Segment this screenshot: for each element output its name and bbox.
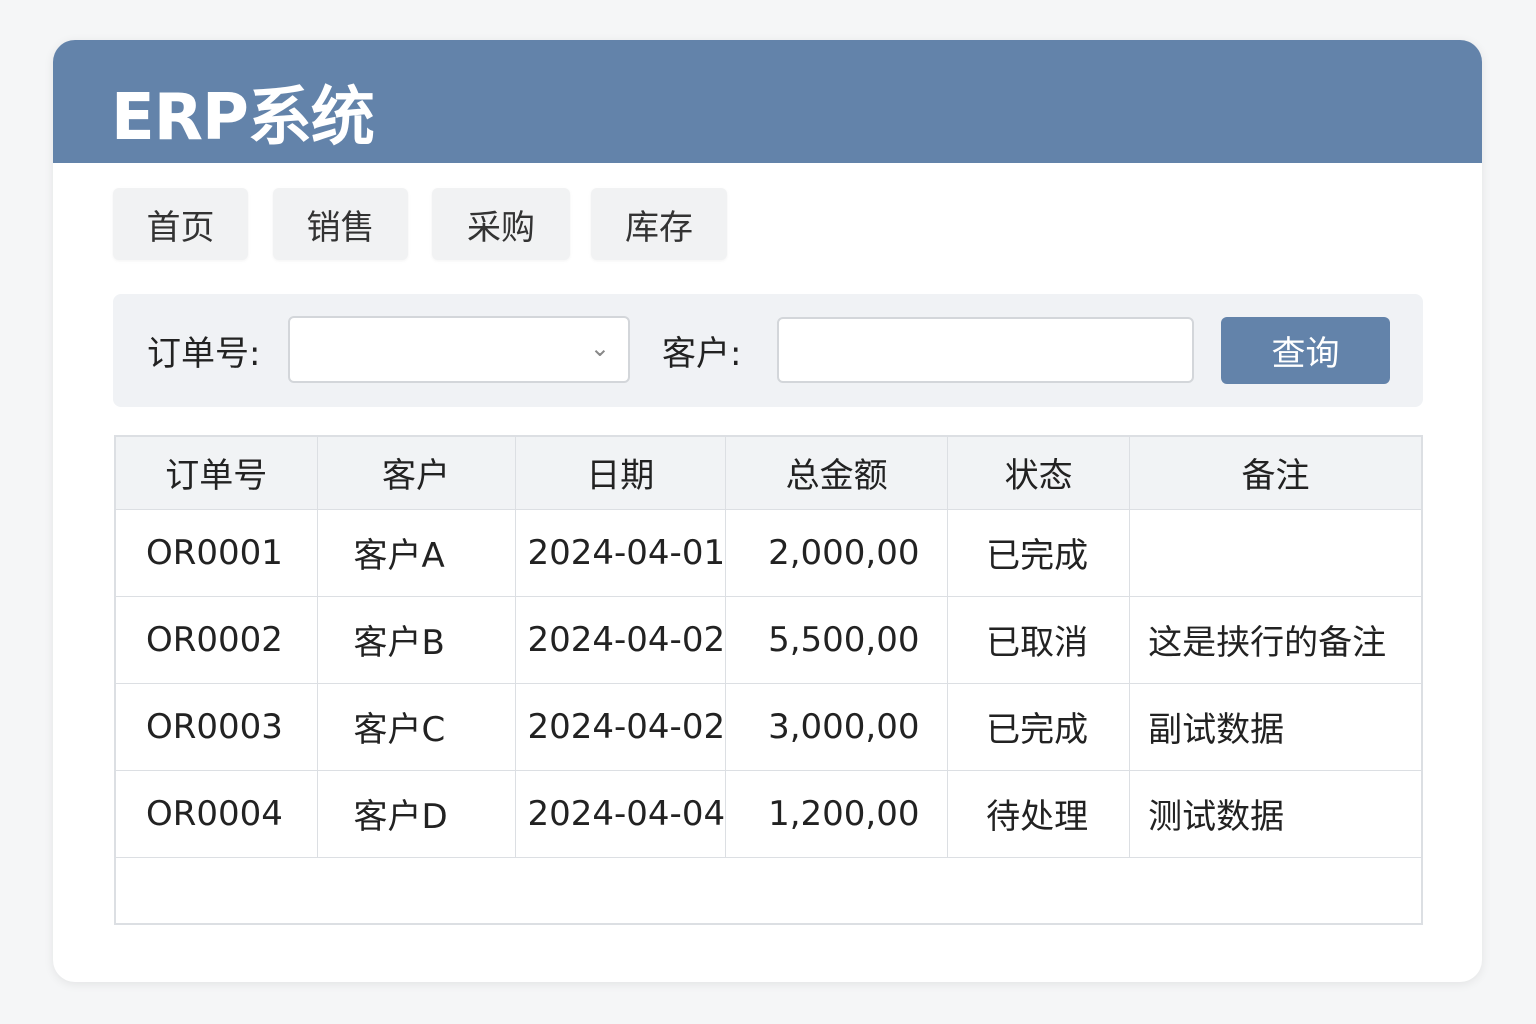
orders-table: 订单号 客户 日期 总金额 状态 备注 OR0001 客户A 2024-04-01 2…: [114, 435, 1423, 925]
cell-order-id: OR0003: [114, 682, 318, 771]
nav-inventory[interactable]: 库存: [591, 188, 727, 260]
customer-label: 客户:: [662, 334, 742, 374]
query-button[interactable]: 查询: [1221, 317, 1390, 384]
cell-status: 已完成: [947, 682, 1131, 771]
order-select[interactable]: ⌄: [288, 316, 630, 383]
cell-date: 2024-04-02: [514, 595, 727, 684]
empty-cell: [115, 856, 1422, 925]
empty-row: [115, 856, 1422, 925]
cell-amount: 3,000,00: [725, 682, 949, 771]
cell-note: 这是挟行的备注: [1129, 595, 1423, 684]
cell-date: 2024-04-02: [514, 682, 727, 771]
cell-note: 副试数据: [1129, 682, 1423, 771]
cell-note: 测试数据: [1129, 769, 1423, 858]
col-date: 日期: [514, 435, 727, 510]
nav-sales[interactable]: 销售: [273, 188, 408, 260]
cell-customer: 客户C: [316, 682, 516, 771]
table-row[interactable]: OR0004 客户D 2024-04-04 1,200,00 待处理 测试数据: [114, 769, 1423, 858]
filter-panel: 订单号: ⌄ 客户: 查询: [113, 294, 1423, 407]
cell-order-id: OR0001: [114, 508, 318, 597]
col-note: 备注: [1129, 435, 1423, 510]
order-label: 订单号:: [147, 334, 261, 374]
cell-status: 待处理: [947, 769, 1131, 858]
col-amount: 总金额: [725, 435, 949, 510]
col-status: 状态: [947, 435, 1131, 510]
customer-input[interactable]: [777, 317, 1194, 383]
cell-order-id: OR0004: [114, 769, 318, 858]
erp-window: ERP系统 首页 销售 采购 库存 订单号: ⌄ 客户: 查询 订单号 客户 日…: [53, 40, 1482, 982]
header-bar: ERP系统: [53, 40, 1482, 163]
nav-home[interactable]: 首页: [113, 188, 248, 260]
cell-date: 2024-04-04: [514, 769, 727, 858]
cell-amount: 5,500,00: [725, 595, 949, 684]
app-title: ERP系统: [111, 81, 375, 155]
cell-amount: 2,000,00: [725, 508, 949, 597]
table-row[interactable]: OR0003 客户C 2024-04-02 3,000,00 已完成 副试数据: [114, 682, 1423, 771]
table-row[interactable]: OR0001 客户A 2024-04-01 2,000,00 已完成: [114, 508, 1423, 597]
cell-customer: 客户A: [316, 508, 516, 597]
cell-status: 已完成: [947, 508, 1131, 597]
col-order-id: 订单号: [114, 435, 318, 510]
table-header: 订单号 客户 日期 总金额 状态 备注: [114, 435, 1423, 510]
nav-purchase[interactable]: 采购: [432, 188, 570, 260]
chevron-down-icon: ⌄: [589, 334, 610, 362]
cell-customer: 客户B: [316, 595, 516, 684]
cell-order-id: OR0002: [114, 595, 318, 684]
cell-note: [1129, 508, 1423, 597]
col-customer: 客户: [316, 435, 516, 510]
cell-status: 已取消: [947, 595, 1131, 684]
table-row[interactable]: OR0002 客户B 2024-04-02 5,500,00 已取消 这是挟行的备注: [114, 595, 1423, 684]
cell-customer: 客户D: [316, 769, 516, 858]
cell-amount: 1,200,00: [725, 769, 949, 858]
cell-date: 2024-04-01: [514, 508, 727, 597]
